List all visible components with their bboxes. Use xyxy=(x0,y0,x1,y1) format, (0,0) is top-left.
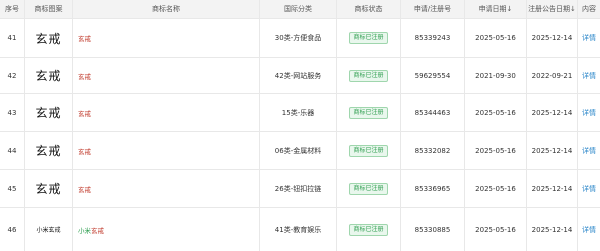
app-date: 2025-05-16 xyxy=(465,19,527,57)
trademark-image: 玄戒 xyxy=(25,170,73,207)
trademark-image-text: 玄戒 xyxy=(35,182,62,196)
detail-link[interactable]: 详情 xyxy=(582,33,596,43)
action-cell: 详情 xyxy=(578,58,600,93)
status-cell: 商标已注册 xyxy=(337,19,401,57)
table-row: 45 玄戒 玄戒 26类-钮扣拉链 商标已注册 85336965 2025-05… xyxy=(0,170,600,208)
action-cell: 详情 xyxy=(578,208,600,251)
detail-link[interactable]: 详情 xyxy=(582,108,596,118)
status-cell: 商标已注册 xyxy=(337,94,401,131)
trademark-image-text: 玄戒 xyxy=(35,69,62,83)
status-badge: 商标已注册 xyxy=(349,106,388,119)
trademark-image-text: 玄戒 xyxy=(35,144,62,158)
trademark-name-text: 玄戒 xyxy=(78,72,91,81)
header-action: 内容 xyxy=(582,5,596,13)
trademark-class: 15类-乐器 xyxy=(260,94,337,131)
detail-link[interactable]: 详情 xyxy=(582,71,596,81)
row-index: 46 xyxy=(0,208,25,251)
header-app-date[interactable]: 申请日期↓ xyxy=(465,0,527,18)
trademark-image: 玄戒 xyxy=(25,132,73,169)
reg-date: 2025-12-14 xyxy=(527,208,578,251)
status-cell: 商标已注册 xyxy=(337,58,401,93)
reg-date: 2025-12-14 xyxy=(527,94,578,131)
table-row: 43 玄戒 玄戒 15类-乐器 商标已注册 85344463 2025-05-1… xyxy=(0,94,600,132)
status-badge: 商标已注册 xyxy=(349,182,388,195)
status-badge: 商标已注册 xyxy=(349,69,388,82)
status-badge: 商标已注册 xyxy=(349,144,388,157)
table-row: 42 玄戒 玄戒 42类-网站服务 商标已注册 59629554 2021-09… xyxy=(0,58,600,94)
detail-link[interactable]: 详情 xyxy=(582,146,596,156)
reg-date: 2025-12-14 xyxy=(527,132,578,169)
trademark-name-text: 玄戒 xyxy=(78,35,91,43)
header-reg-date[interactable]: 注册公告日期↓ xyxy=(527,0,578,18)
header-class: 国际分类 xyxy=(260,0,337,18)
action-cell: 详情 xyxy=(578,19,600,57)
trademark-name: 玄戒 xyxy=(73,132,260,169)
app-date: 2025-05-16 xyxy=(465,94,527,131)
app-number: 85344463 xyxy=(401,94,465,131)
trademark-image-text: 玄戒 xyxy=(35,106,62,120)
row-index: 41 xyxy=(0,19,25,57)
trademark-image: 玄戒 xyxy=(25,19,73,57)
trademark-class: 41类-教育娱乐 xyxy=(260,208,337,251)
detail-link[interactable]: 详情 xyxy=(582,225,596,235)
table-header: 序号 商标图案 商标名称 国际分类 商标状态 申请/注册号 申请日期↓ 注册公告… xyxy=(0,0,600,19)
trademark-name-prefix: 小米 xyxy=(78,226,91,235)
reg-date: 2025-12-14 xyxy=(527,19,578,57)
app-number: 85339243 xyxy=(401,19,465,57)
row-index: 44 xyxy=(0,132,25,169)
trademark-name: 玄戒 xyxy=(73,170,260,207)
action-cell: 详情 xyxy=(578,94,600,131)
trademark-name-text: 玄戒 xyxy=(78,147,91,156)
trademark-name-text: 玄戒 xyxy=(78,109,91,118)
table-row: 44 玄戒 玄戒 06类-金属材料 商标已注册 85332082 2025-05… xyxy=(0,132,600,170)
row-index: 42 xyxy=(0,58,25,93)
table-row: 41 玄戒 玄戒 30类-方便食品 商标已注册 85339243 2025-05… xyxy=(0,19,600,58)
app-date: 2021-09-30 xyxy=(465,58,527,93)
header-app-no: 申请/注册号 xyxy=(401,0,465,18)
trademark-image-text: 小米玄戒 xyxy=(36,227,61,234)
status-cell: 商标已注册 xyxy=(337,170,401,207)
status-cell: 商标已注册 xyxy=(337,208,401,251)
trademark-class: 06类-金属材料 xyxy=(260,132,337,169)
app-date: 2025-05-16 xyxy=(465,208,527,251)
app-number: 85336965 xyxy=(401,170,465,207)
row-index: 45 xyxy=(0,170,25,207)
trademark-image-text: 玄戒 xyxy=(35,31,62,46)
header-image: 商标图案 xyxy=(25,0,73,18)
status-cell: 商标已注册 xyxy=(337,132,401,169)
reg-date: 2022-09-21 xyxy=(527,58,578,93)
header-status: 商标状态 xyxy=(337,0,401,18)
trademark-image: 玄戒 xyxy=(25,94,73,131)
row-index: 43 xyxy=(0,94,25,131)
app-number: 59629554 xyxy=(401,58,465,93)
action-cell: 详情 xyxy=(578,170,600,207)
table-row: 46 小米玄戒 小米玄戒 41类-教育娱乐 商标已注册 85330885 202… xyxy=(0,208,600,251)
app-number: 85332082 xyxy=(401,132,465,169)
status-badge: 商标已注册 xyxy=(349,32,388,44)
detail-link[interactable]: 详情 xyxy=(582,184,596,194)
trademark-name: 玄戒 xyxy=(73,58,260,93)
trademark-image: 玄戒 xyxy=(25,58,73,93)
app-number: 85330885 xyxy=(401,208,465,251)
trademark-class: 42类-网站服务 xyxy=(260,58,337,93)
trademark-image: 小米玄戒 xyxy=(25,208,73,251)
status-badge: 商标已注册 xyxy=(349,223,388,236)
trademark-name-text: 玄戒 xyxy=(91,226,104,235)
action-cell: 详情 xyxy=(578,132,600,169)
reg-date: 2025-12-14 xyxy=(527,170,578,207)
trademark-name: 玄戒 xyxy=(73,19,260,57)
app-date: 2025-05-16 xyxy=(465,170,527,207)
trademark-name: 小米玄戒 xyxy=(73,208,260,251)
trademark-class: 30类-方便食品 xyxy=(260,19,337,57)
header-index: 序号 xyxy=(0,0,25,18)
trademark-name-text: 玄戒 xyxy=(78,185,91,194)
header-name: 商标名称 xyxy=(73,0,260,18)
trademark-name: 玄戒 xyxy=(73,94,260,131)
app-date: 2025-05-16 xyxy=(465,132,527,169)
trademark-class: 26类-钮扣拉链 xyxy=(260,170,337,207)
